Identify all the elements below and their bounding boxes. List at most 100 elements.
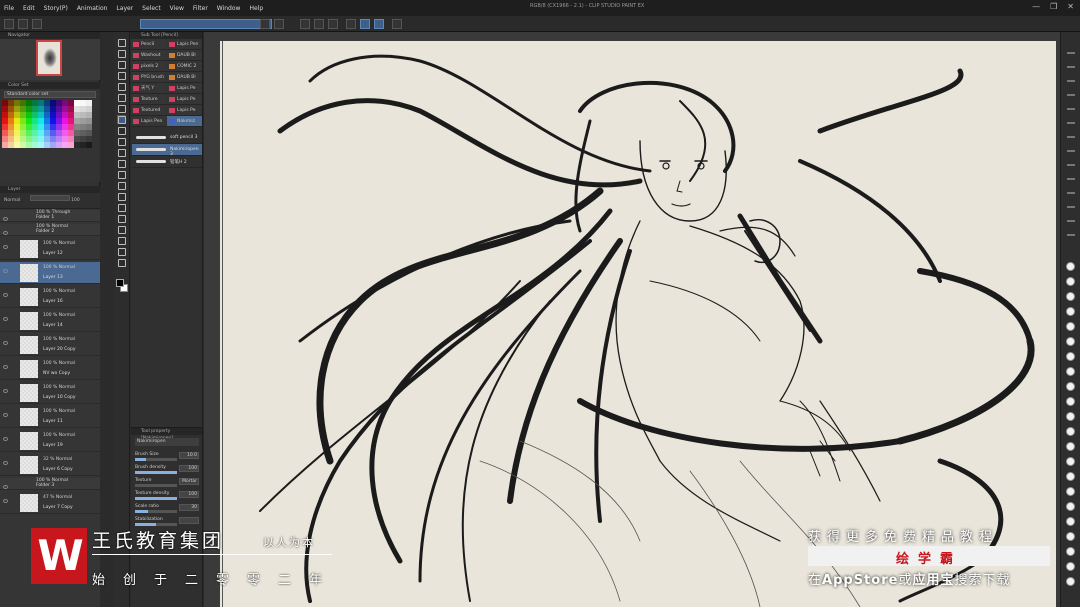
property-value[interactable]: 30 [179,504,199,511]
brush-item[interactable]: 铅笔H 2 [132,156,202,168]
brush-size-preset[interactable] [1066,337,1075,346]
brush-size-tick[interactable] [1067,108,1075,110]
opacity-value[interactable]: 100 [71,198,80,203]
brush-size-tick[interactable] [1067,66,1075,68]
menu-item-animation[interactable]: Animation [77,5,108,12]
brush-size-tick[interactable] [1067,234,1075,236]
brush-icon[interactable] [117,126,126,135]
sub-tool-tab[interactable]: DAUB Bl [167,72,202,83]
opacity-slider[interactable] [29,195,70,201]
sub-tool-tab[interactable]: PYG brush [131,72,166,83]
property-slider[interactable] [135,510,177,513]
brush-size-preset[interactable] [1066,517,1075,526]
brush-size-tick[interactable] [1067,192,1075,194]
sub-tool-tab[interactable]: COMIC 2 [167,61,202,72]
visibility-icon[interactable] [3,317,8,321]
layer-row[interactable]: 100 % Normal Layer 12 [0,238,100,260]
brush-size-preset[interactable] [1066,412,1075,421]
snap-special-ruler-icon[interactable] [374,19,384,29]
brush-size-tick[interactable] [1067,220,1075,222]
sub-tool-tab[interactable]: DAUB Bl [167,50,202,61]
sub-tool-tab[interactable]: Textured [131,105,166,116]
sub-tool-tab[interactable]: Pencil [131,39,166,50]
layer-row[interactable]: 100 % Normal Layer 14 [0,310,100,332]
property-value[interactable]: Mortar [179,478,199,485]
sub-tool-tab[interactable]: Texture [131,94,166,105]
brush-size-preset[interactable] [1066,487,1075,496]
visibility-icon[interactable] [3,413,8,417]
brush-item[interactable]: Nakimiropen 3 [132,144,202,157]
menu-item-layer[interactable]: Layer [116,5,133,12]
lasso-icon[interactable] [117,71,126,80]
brush-size-preset[interactable] [1066,472,1075,481]
text-icon[interactable] [117,236,126,245]
sub-tool-tab[interactable]: Lapis Pen [167,39,202,50]
brush-item[interactable]: soft pencil 3 [132,132,202,144]
brush-size-tick[interactable] [1067,150,1075,152]
color-swatch[interactable] [86,142,92,148]
blend-icon[interactable] [117,170,126,179]
brush-size-tick[interactable] [1067,80,1075,82]
brush-size-preset[interactable] [1066,382,1075,391]
visibility-icon[interactable] [3,245,8,249]
layer-row[interactable]: 100 % Normal Layer 13 [0,262,100,284]
menu-item-help[interactable]: Help [249,5,263,12]
layer-row[interactable]: 100 % Normal Layer 20 Copy [0,334,100,356]
pencil-icon[interactable] [117,115,126,124]
decoration-icon[interactable] [117,148,126,157]
visibility-icon[interactable] [3,365,8,369]
menu-item-view[interactable]: View [170,5,184,12]
fill-icon[interactable] [117,181,126,190]
tool-property-row[interactable]: Texture Mortar [135,478,199,488]
layer-row[interactable]: 100 % Normal Layer 10 Copy [0,382,100,404]
tool-property-row[interactable]: Brush density 100 [135,465,199,475]
brush-size-tick[interactable] [1067,122,1075,124]
undo-icon[interactable] [260,19,270,29]
brush-size-preset[interactable] [1066,562,1075,571]
property-slider[interactable] [135,471,177,474]
layer-row[interactable]: 100 % Normal Layer 19 [0,430,100,452]
sub-tool-tab[interactable]: Lapis Pe [167,94,202,105]
tool-property-row[interactable]: Brush Size 10.0 [135,452,199,462]
visibility-icon[interactable] [3,437,8,441]
sub-tool-tab[interactable]: Lapis Pe [167,83,202,94]
sub-tool-tab[interactable]: pixels 2 [131,61,166,72]
sub-tool-tab[interactable]: Washout [131,50,166,61]
sub-tool-tab[interactable]: Lapis Pe [167,105,202,116]
visibility-icon[interactable] [3,217,8,221]
visibility-icon[interactable] [3,293,8,297]
brush-size-preset[interactable] [1066,577,1075,586]
navigator-thumbnail[interactable] [36,40,62,76]
brush-size-tick[interactable] [1067,178,1075,180]
balloon-icon[interactable] [117,247,126,256]
menu-item-story-p-[interactable]: Story(P) [44,5,68,12]
brush-size-preset[interactable] [1066,292,1075,301]
layer-row[interactable]: 47 % Normal Layer 7 Copy [0,492,100,514]
zoom-icon[interactable] [117,38,126,47]
close-button[interactable]: ✕ [1067,2,1074,11]
menu-item-filter[interactable]: Filter [193,5,208,12]
menu-item-file[interactable]: File [4,5,14,12]
property-value[interactable]: 100 [179,465,199,472]
visibility-icon[interactable] [3,389,8,393]
brush-size-preset[interactable] [1066,397,1075,406]
brush-size-preset[interactable] [1066,427,1075,436]
ruler-icon[interactable] [117,225,126,234]
menu-item-window[interactable]: Window [217,5,241,12]
brush-size-preset[interactable] [1066,502,1075,511]
property-slider[interactable] [135,458,177,461]
visibility-icon[interactable] [3,461,8,465]
property-value[interactable]: 100 [179,491,199,498]
maximize-button[interactable]: ❐ [1050,2,1057,11]
fill-icon[interactable] [314,19,324,29]
deselect-icon[interactable] [346,19,356,29]
clear-icon[interactable] [300,19,310,29]
canvas-area[interactable] [204,32,1060,607]
layer-folder[interactable]: 100 % Normal Folder 3 [0,478,100,490]
brush-size-preset[interactable] [1066,547,1075,556]
visibility-icon[interactable] [3,341,8,345]
snap-grid-icon[interactable] [392,19,402,29]
color-set-select[interactable]: Standard color set [4,91,96,98]
layer-row[interactable]: 32 % Normal Layer 6 Copy [0,454,100,476]
layer-row[interactable]: 100 % Normal Layer 16 [0,286,100,308]
